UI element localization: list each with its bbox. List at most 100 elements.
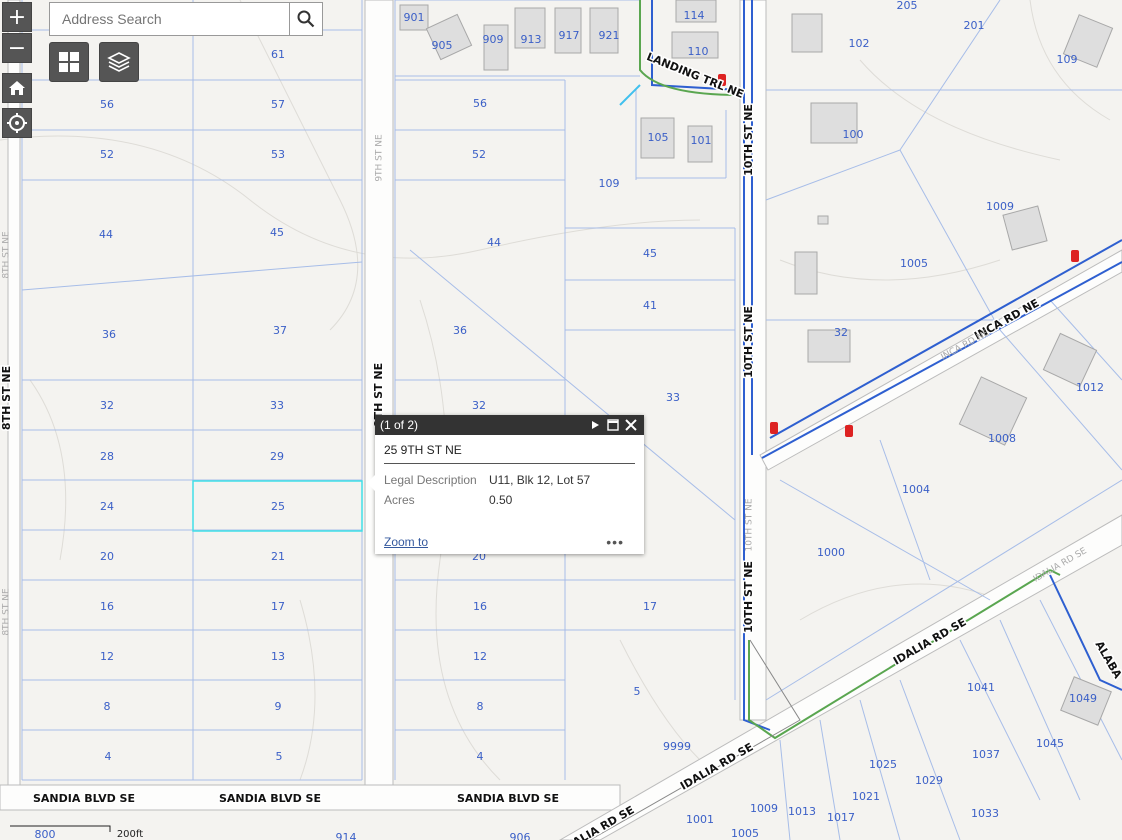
parcel-label: 1005 (900, 257, 928, 270)
home-icon (9, 81, 25, 95)
road-label: SANDIA BLVD SE (33, 792, 135, 805)
parcel-label: 17 (271, 600, 285, 613)
parcel-label: 56 (100, 98, 114, 111)
zoom-in-button[interactable]: + (2, 2, 32, 32)
parcel-label: 901 (404, 11, 425, 24)
parcel-label: 101 (691, 134, 712, 147)
parcel-label: 4 (477, 750, 484, 763)
popup-counter: (1 of 2) (380, 418, 419, 432)
road-label: 10TH ST NE (742, 561, 755, 633)
attribute-value: U11, Blk 12, Lot 57 (489, 473, 591, 487)
parcel-label: 1012 (1076, 381, 1104, 394)
layer-list-button[interactable] (99, 42, 139, 82)
parcel-label: 33 (270, 399, 284, 412)
parcel-label: 914 (336, 831, 357, 840)
parcel-label: 102 (849, 37, 870, 50)
zoom-to-link[interactable]: Zoom to (384, 535, 428, 549)
parcel-label: 45 (270, 226, 284, 239)
parcel-label: 1037 (972, 748, 1000, 761)
parcel-label: 1004 (902, 483, 930, 496)
parcel-label: 9 (275, 700, 282, 713)
parcel-label: 1013 (788, 805, 816, 818)
parcel-label: 921 (599, 29, 620, 42)
search-button[interactable] (289, 3, 322, 35)
parcel-label: 44 (487, 236, 501, 249)
parcel-label: 1021 (852, 790, 880, 803)
parcel-label: 1008 (988, 432, 1016, 445)
parcel-label: 53 (271, 148, 285, 161)
attribute-label: Acres (384, 493, 415, 507)
parcel-label: 24 (100, 500, 114, 513)
parcel-label: 61 (271, 48, 285, 61)
parcel-label: 32 (100, 399, 114, 412)
next-feature-button[interactable] (586, 416, 604, 434)
parcel-label: 205 (897, 0, 918, 12)
close-icon (625, 419, 637, 431)
parcel-label: 45 (643, 247, 657, 260)
parcel-label: 16 (473, 600, 487, 613)
parcel-label: 1009 (986, 200, 1014, 213)
parcel-label: 41 (643, 299, 657, 312)
parcel-label: 1001 (686, 813, 714, 826)
parcel-label: 52 (100, 148, 114, 161)
basemap-gallery-button[interactable] (49, 42, 89, 82)
road-label: 10TH ST NE (742, 104, 755, 176)
parcel-label: 21 (271, 550, 285, 563)
parcel-label: 25 (271, 500, 285, 513)
popup-title: 25 9TH ST NE (384, 443, 635, 464)
search-icon (297, 10, 315, 28)
parcel-label: 36 (453, 324, 467, 337)
parcel-label: 5 (634, 685, 641, 698)
parcel-label: 1049 (1069, 692, 1097, 705)
zoom-out-button[interactable]: − (2, 33, 32, 63)
parcel-label: 1017 (827, 811, 855, 824)
parcel-label: 8 (104, 700, 111, 713)
parcel-label: 32 (472, 399, 486, 412)
attribute-row: Acres 0.50 (384, 490, 590, 510)
parcel-label: 1045 (1036, 737, 1064, 750)
parcel-label: 1000 (817, 546, 845, 559)
locate-button[interactable] (2, 108, 32, 138)
maximize-icon (607, 419, 619, 431)
parcel-label: 1009 (750, 802, 778, 815)
parcel-label: 105 (648, 131, 669, 144)
road-label: SANDIA BLVD SE (457, 792, 559, 805)
parcel-label: 44 (99, 228, 113, 241)
address-search (49, 2, 323, 36)
parcel-label: 12 (473, 650, 487, 663)
road-label: SANDIA BLVD SE (219, 792, 321, 805)
road-label: 8TH ST NE (2, 231, 12, 279)
parcel-label: 1041 (967, 681, 995, 694)
road-label: 10TH ST NE (742, 306, 755, 378)
grid-icon (59, 52, 79, 72)
parcel-label: 20 (100, 550, 114, 563)
road-label: 9TH ST NE (375, 134, 385, 182)
parcel-label: 909 (483, 33, 504, 46)
road-label: 10TH ST NE (745, 498, 755, 551)
more-actions-button[interactable]: ••• (606, 534, 624, 550)
parcel-label: 109 (599, 177, 620, 190)
close-button[interactable] (622, 416, 640, 434)
parcel-label: 1029 (915, 774, 943, 787)
parcel-label: 56 (473, 97, 487, 110)
parcel-label: 4 (105, 750, 112, 763)
popup-pointer (367, 475, 375, 491)
layers-icon (107, 52, 131, 72)
parcel-label: 16 (100, 600, 114, 613)
parcel-label: 114 (684, 9, 705, 22)
parcel-label: 100 (843, 128, 864, 141)
parcel-label: 13 (271, 650, 285, 663)
parcel-label: 906 (510, 831, 531, 840)
attribute-value: 0.50 (489, 493, 513, 507)
popup-attribute-table: Legal Description U11, Blk 12, Lot 57 Ac… (384, 470, 590, 510)
road-label: 8TH ST NE (0, 366, 13, 430)
parcel-label: 37 (273, 324, 287, 337)
parcel-label: 36 (102, 328, 116, 341)
parcel-label: 917 (559, 29, 580, 42)
home-button[interactable] (2, 73, 32, 103)
parcel-label: 32 (834, 326, 848, 339)
locate-icon (7, 113, 27, 133)
parcel-label: 8 (477, 700, 484, 713)
maximize-button[interactable] (604, 416, 622, 434)
search-input[interactable] (50, 3, 290, 35)
